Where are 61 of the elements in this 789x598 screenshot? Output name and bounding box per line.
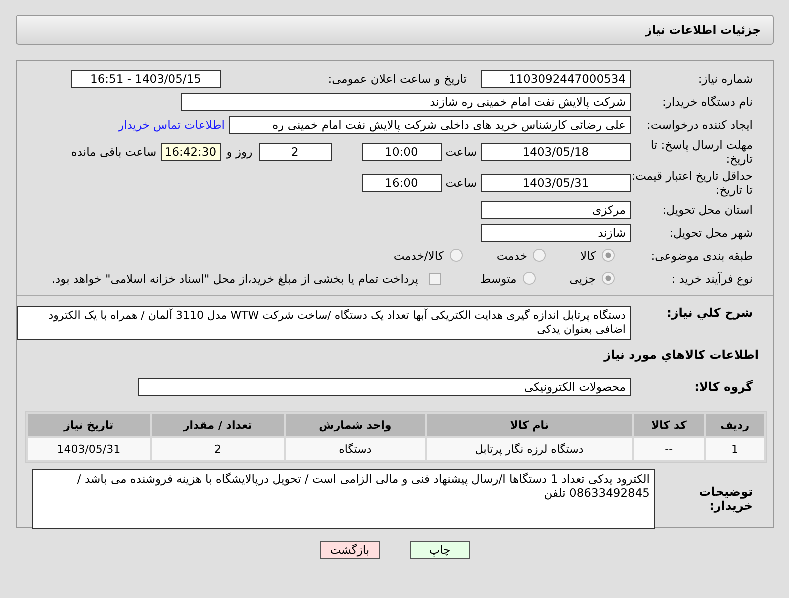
description-textarea[interactable]: دستگاه پرتابل اندازه گیری هدایت الکتریکی آبها تعداد یک دستگاه /ساخت شرکت WTW مدل 3110 آلمان / همراه با یک الکترود اضافی بعنوان یدکی <box>17 306 631 340</box>
table-cell: 2 <box>152 438 284 460</box>
page-title: جزئیات اطلاعات نیاز <box>645 23 761 37</box>
radio-label: کالا/خدمت <box>394 248 444 262</box>
buyer-org-field: شرکت پالایش نفت امام خمینی ره شازند <box>181 92 631 110</box>
radio-button[interactable] <box>533 249 546 262</box>
deadline-date-field: 1403/05/18 <box>481 142 631 160</box>
column-header: ردیف <box>706 414 764 436</box>
city-field: شازند <box>481 224 631 242</box>
buyer-notes-textarea[interactable]: الکترود یدکی تعداد 1 دستگاها ا/رسال پیشنهاد فنی و مالی الزامی است / تحویل درپالایشگاه با هزینه فروشنده می باشد / 08633492845 تلفن <box>32 469 655 529</box>
requester-field: علی رضائی کارشناس خرید های داخلی شرکت پالایش نفت امام خمینی ره <box>229 116 631 134</box>
column-header: کد کالا <box>634 414 704 436</box>
days-field: 2 <box>258 142 332 160</box>
field-label: مهلت ارسال پاسخ: تا تاریخ: <box>650 138 754 166</box>
buyer-contact-link[interactable]: اطلاعات تماس خریدار <box>118 118 225 132</box>
time-label: ساعت <box>444 176 478 190</box>
radio-label: کالا <box>580 248 596 262</box>
field-label: حداقل تاریخ اعتبار قیمت: تا تاریخ: <box>631 168 754 196</box>
remaining-time-field: 16:42:30 <box>160 142 221 160</box>
field-label: گروه کالا: <box>694 380 754 394</box>
province-field: مرکزی <box>481 200 631 218</box>
time-label: ساعت <box>444 144 478 158</box>
checkbox[interactable] <box>428 272 441 284</box>
validity-time-field: 16:00 <box>362 174 442 192</box>
field-label: شهر محل تحویل: <box>668 226 754 240</box>
days-label: روز و <box>225 144 254 158</box>
goods-group-field: محصولات الکترونیکی <box>138 378 631 396</box>
column-header: تاریخ نیاز <box>28 414 150 436</box>
field-label: نام دستگاه خریدار: <box>661 94 754 108</box>
radio-button[interactable] <box>522 272 536 285</box>
print-button[interactable]: چاپ <box>410 541 470 559</box>
column-header: واحد شمارش <box>286 414 425 436</box>
column-header: تعداد / مقدار <box>152 414 284 436</box>
radio-label: خدمت <box>496 248 528 262</box>
radio-button[interactable] <box>602 272 615 285</box>
table-cell: -- <box>634 438 704 460</box>
radio-label: متوسط <box>480 272 517 286</box>
deadline-time-field: 10:00 <box>362 142 442 160</box>
field-label: شماره نیاز: <box>697 72 754 86</box>
table-cell: دستگاه <box>286 438 425 460</box>
radio-button[interactable] <box>602 249 615 262</box>
radio-label: جزیی <box>570 272 596 286</box>
announce-date-field: 1403/05/15 - 16:51 <box>71 70 221 88</box>
field-label: نوع فرآیند خرید : <box>670 272 754 286</box>
payment-note: پرداخت تمام یا بخشی از مبلغ خرید،از محل "اسناد خزانه اسلامی" خواهد بود. <box>50 272 420 286</box>
field-label: شرح کلي نياز: <box>666 306 754 320</box>
back-button[interactable]: بازگشت <box>320 541 380 559</box>
remaining-label: ساعت باقی مانده <box>70 144 158 158</box>
table-cell: 1 <box>706 438 764 460</box>
field-label: ایجاد کننده درخواست: <box>646 118 754 132</box>
table-cell: دستگاه لرزه نگار پرتابل <box>426 438 632 460</box>
table-cell: 1403/05/31 <box>28 438 150 460</box>
validity-date-field: 1403/05/31 <box>481 174 631 192</box>
need-number-field: 1103092447000534 <box>481 70 631 88</box>
field-label: تاریخ و ساعت اعلان عمومی: <box>327 72 468 86</box>
section-heading: اطلاعات کالاهاي مورد نياز <box>602 348 760 362</box>
radio-button[interactable] <box>450 249 463 262</box>
column-header: نام کالا <box>426 414 632 436</box>
field-label: استان محل تحویل: <box>662 202 754 216</box>
field-label: طبقه بندی موضوعی: <box>650 248 754 262</box>
field-label: توضیحات خریدار: <box>698 485 754 513</box>
